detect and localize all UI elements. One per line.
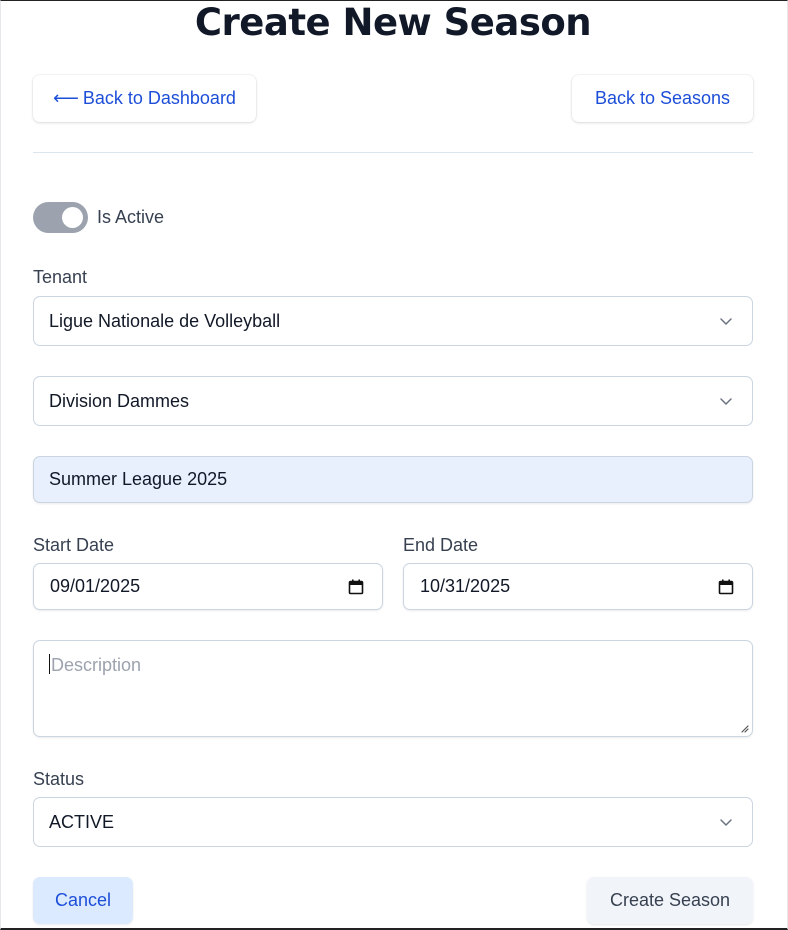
division-select-value: Division Dammes	[49, 390, 190, 411]
arrow-left-icon: ⟵	[53, 88, 79, 108]
status-select-value: ACTIVE	[49, 811, 115, 832]
description-placeholder: Description	[51, 655, 142, 675]
back-to-dashboard-label: Back to Dashboard	[82, 88, 236, 108]
chevron-down-icon	[720, 398, 732, 405]
back-to-seasons-button[interactable]: Back to Seasons	[572, 75, 753, 122]
create-season-label: Create Season	[609, 890, 731, 910]
end-date-input[interactable]: 10/31/2025	[403, 563, 753, 610]
cancel-button[interactable]: Cancel	[33, 877, 133, 924]
tenant-label: Tenant	[33, 267, 88, 287]
header-divider	[33, 152, 753, 153]
start-date-value: 09/01/2025	[50, 576, 141, 596]
start-date-label: Start Date	[33, 535, 115, 555]
calendar-icon[interactable]	[718, 579, 734, 595]
end-date-label: End Date	[403, 535, 479, 555]
back-to-seasons-label: Back to Seasons	[594, 88, 731, 108]
status-select[interactable]: ACTIVE	[33, 797, 753, 847]
season-name-value: Summer League 2025	[49, 469, 228, 489]
cancel-label: Cancel	[54, 890, 112, 910]
tenant-select[interactable]: Ligue Nationale de Volleyball	[33, 296, 753, 346]
back-to-dashboard-button[interactable]: ⟵ Back to Dashboard	[33, 75, 256, 122]
division-select[interactable]: Division Dammes	[33, 376, 753, 426]
chevron-down-icon	[720, 318, 732, 325]
page-title: Create New Season	[194, 1, 592, 44]
description-textarea[interactable]: Description	[33, 640, 753, 737]
tenant-select-value: Ligue Nationale de Volleyball	[49, 310, 281, 331]
is-active-label: Is Active	[97, 207, 165, 227]
calendar-icon[interactable]	[348, 579, 364, 595]
text-caret	[49, 654, 50, 674]
toggle-knob	[62, 207, 83, 228]
start-date-input[interactable]: 09/01/2025	[33, 563, 383, 610]
status-label: Status	[33, 769, 85, 789]
season-name-input[interactable]: Summer League 2025	[33, 456, 753, 503]
chevron-down-icon	[720, 819, 732, 826]
create-season-button[interactable]: Create Season	[587, 877, 753, 924]
end-date-value: 10/31/2025	[420, 576, 511, 596]
is-active-row: Is Active	[33, 202, 164, 233]
is-active-toggle[interactable]	[33, 202, 88, 233]
resize-grip-icon[interactable]	[739, 723, 749, 733]
